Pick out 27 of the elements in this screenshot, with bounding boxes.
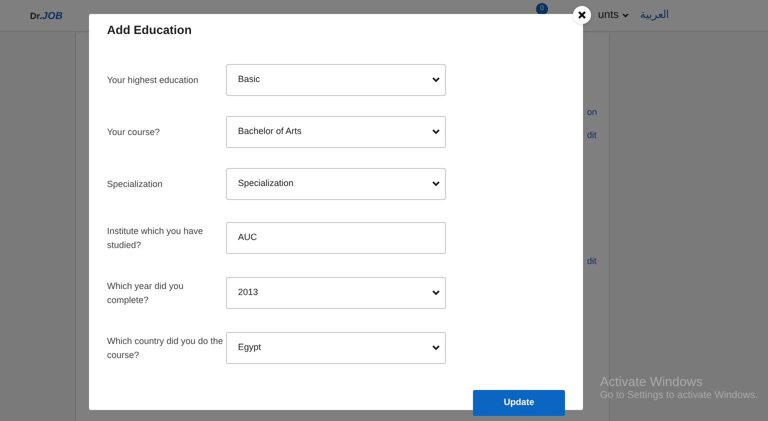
field-label: Specialization [107,178,164,191]
chevron-down-icon [432,290,440,296]
text-field[interactable]: AUC [226,222,446,254]
language-link[interactable]: العربية [640,7,669,24]
chevron-down-icon [432,77,440,83]
chevron-down-icon [432,181,440,187]
dialog-title: Add Education [107,23,193,37]
nav-link[interactable]: unts [598,7,629,24]
field-label: Your highest education [107,74,200,87]
field-label: Institute which you have studied? [107,224,204,252]
dropdown[interactable]: Bachelor of Arts [226,116,446,148]
logo[interactable]: Dr.JOB [30,9,63,24]
dropdown[interactable]: Egypt [226,332,446,364]
link-fragment[interactable]: on [587,106,598,120]
field-label: Which year did you complete? [107,280,185,306]
dropdown[interactable]: 2013 [226,276,446,308]
field-label: Which country did you do the course? [107,334,224,362]
chevron-down-icon [432,344,440,350]
chevron-down-icon [432,129,440,135]
link-fragment[interactable]: dit [587,129,597,142]
link-fragment[interactable]: dit [587,255,597,268]
caret-icon [622,12,629,18]
dropdown[interactable]: Specialization [226,168,446,200]
dropdown[interactable]: Basic [226,64,446,96]
close-icon [578,11,586,19]
field-label: Your course? [107,126,161,139]
update-button[interactable]: Update [473,390,565,416]
